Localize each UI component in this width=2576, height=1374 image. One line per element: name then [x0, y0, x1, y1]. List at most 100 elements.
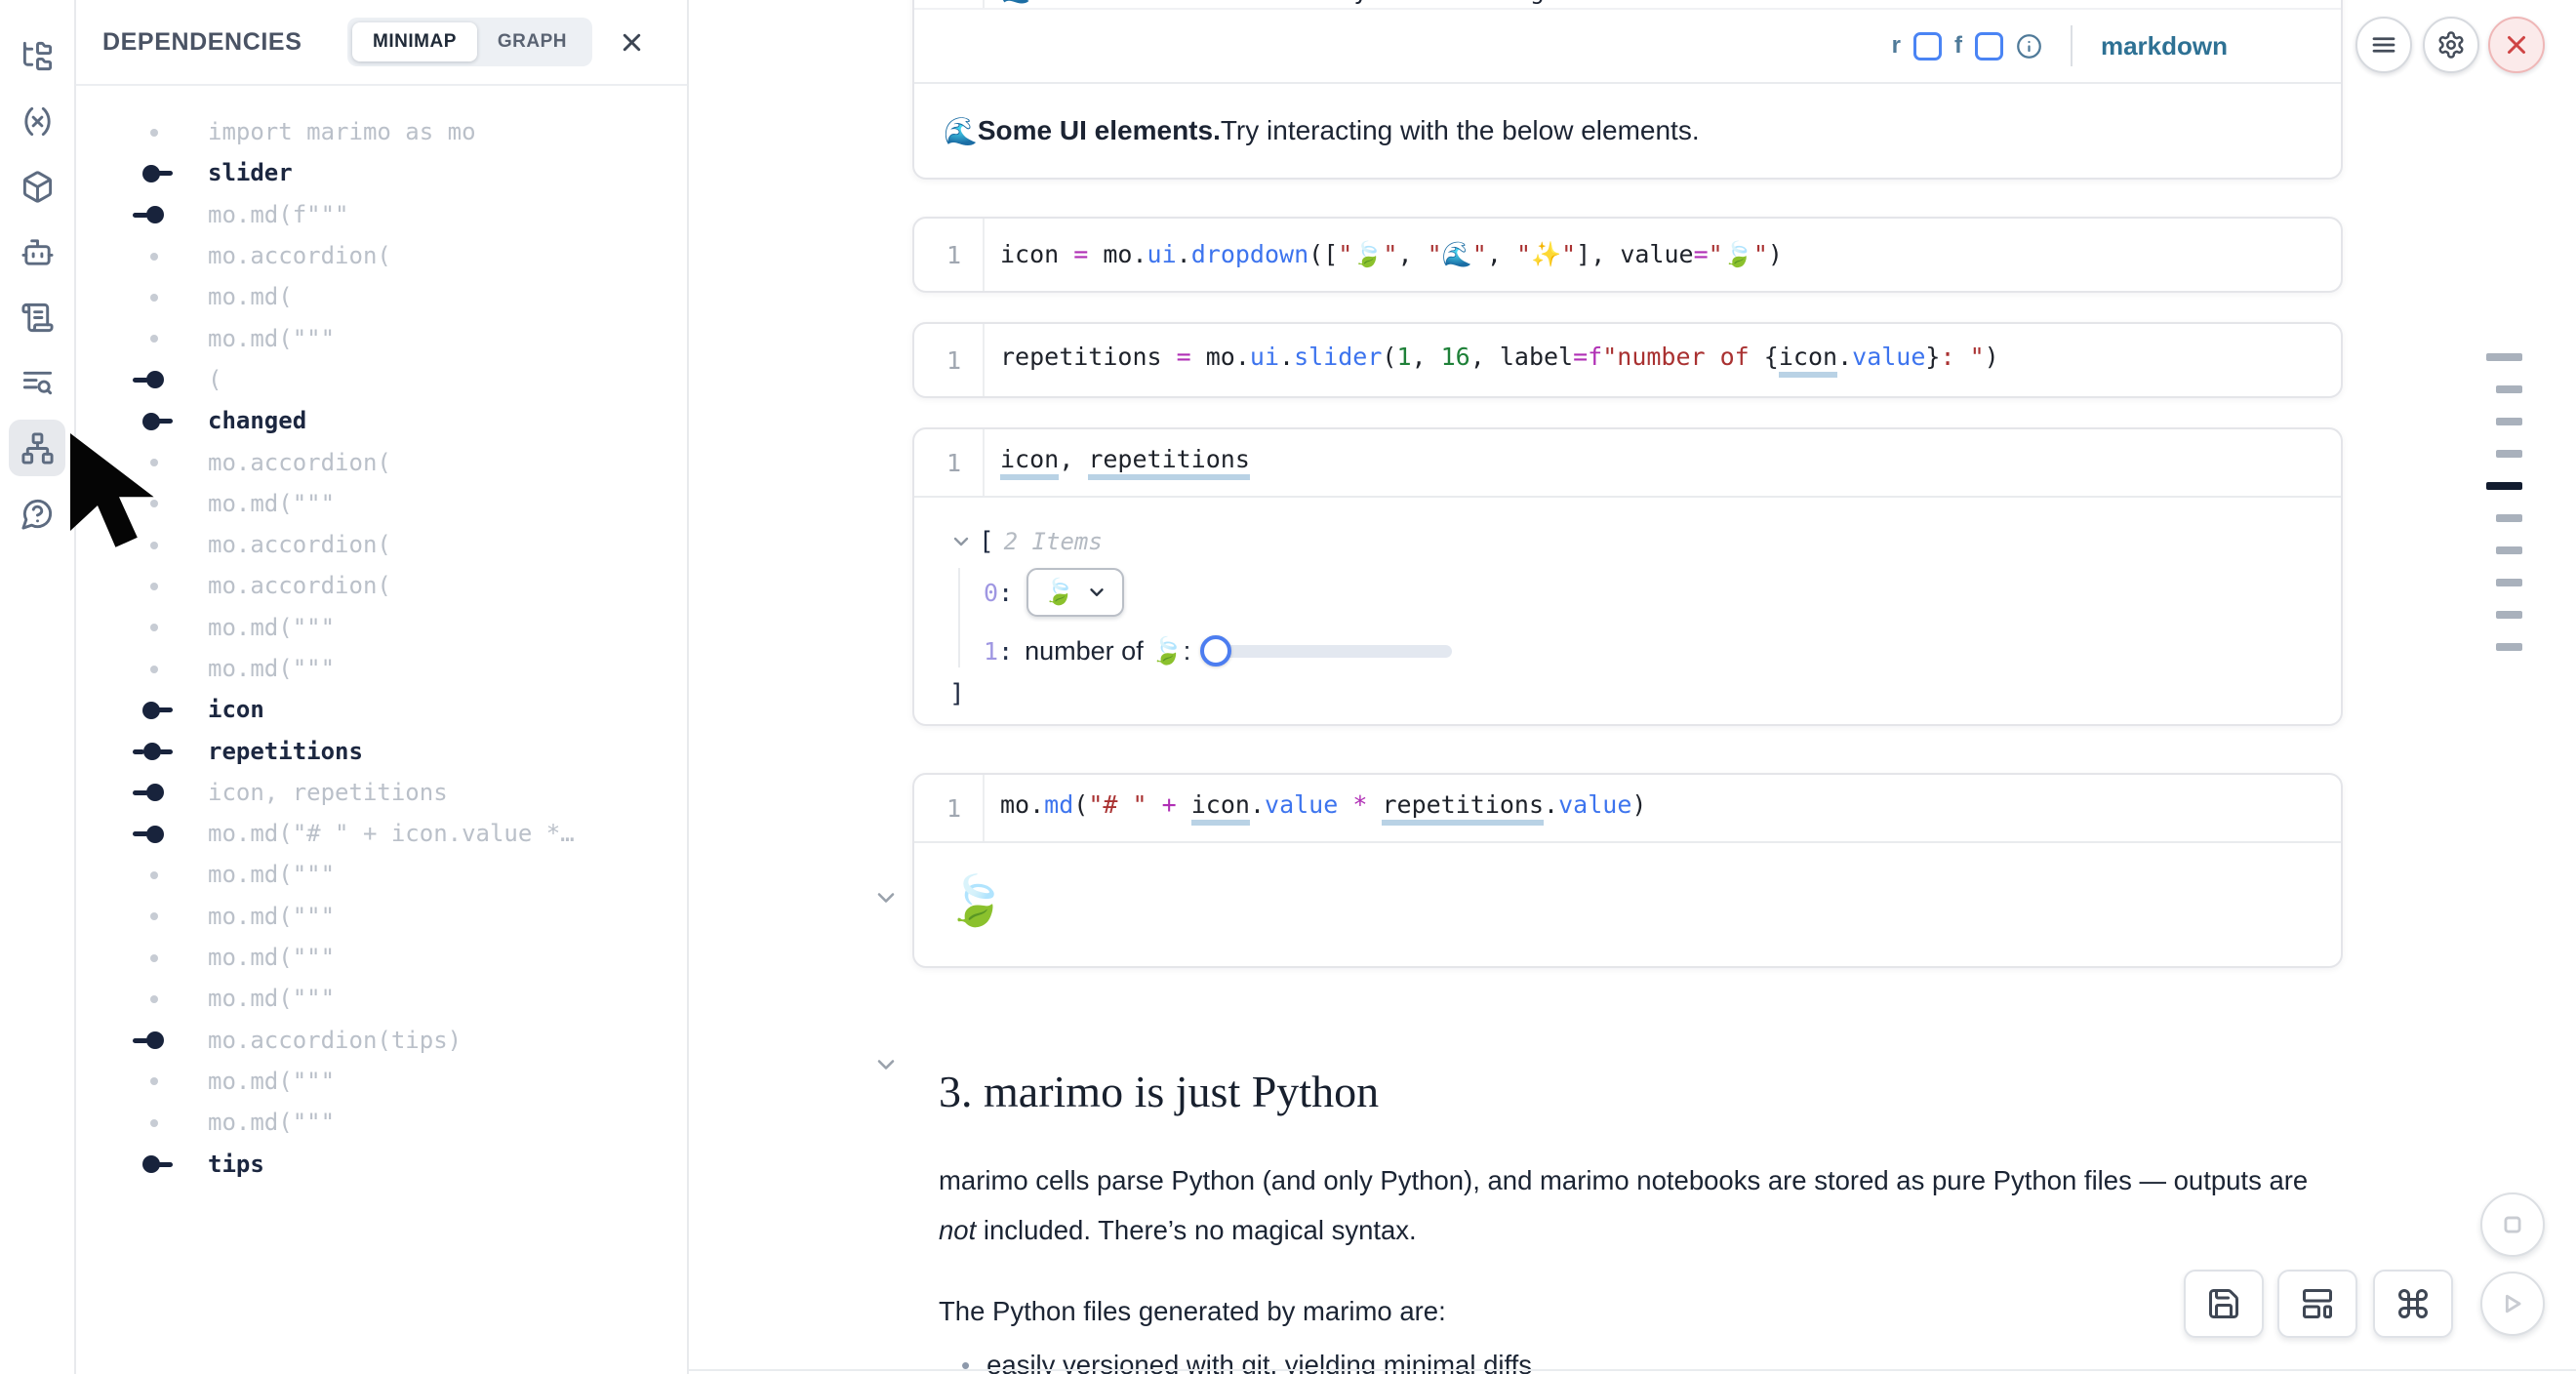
code-token[interactable]: icon	[1191, 790, 1250, 826]
help-icon[interactable]	[9, 485, 65, 542]
code-token[interactable]: =	[1573, 343, 1588, 371]
icon-dropdown[interactable]: 🍃	[1026, 568, 1124, 617]
code-token[interactable]: 16	[1441, 343, 1470, 371]
chevron-down-icon[interactable]	[949, 530, 973, 553]
slider-knob[interactable]	[1200, 635, 1231, 667]
code-token[interactable]: icon	[1000, 445, 1059, 480]
code-editor[interactable]: 1 icon = mo.ui.dropdown(["🍃", "🌊", "✨"],…	[914, 219, 2341, 291]
code-token[interactable]: (	[1073, 790, 1088, 819]
code-token[interactable]: 1	[1396, 343, 1411, 371]
code-token[interactable]: repetitions	[1000, 343, 1177, 371]
info-icon[interactable]	[2016, 33, 2042, 60]
minimap-item[interactable]: (	[76, 359, 687, 400]
code-token[interactable]: .	[1250, 790, 1265, 819]
outline-mark[interactable]	[2496, 450, 2522, 458]
code-token[interactable]: ], value	[1576, 240, 1693, 268]
code-editor-line[interactable]: icon, repetitions	[985, 445, 1250, 480]
minimap-item[interactable]: mo.md("""	[76, 317, 687, 358]
tab-minimap[interactable]: MINIMAP	[352, 22, 477, 61]
minimap-item[interactable]: tips	[76, 1143, 687, 1184]
r-checkbox[interactable]	[1913, 32, 1942, 61]
minimap-item[interactable]: mo.md("""	[76, 978, 687, 1019]
minimap-item[interactable]: mo.accordion(	[76, 441, 687, 482]
code-token[interactable]: ,	[1412, 343, 1441, 371]
outline-mark[interactable]	[2486, 482, 2522, 490]
code-editor[interactable]: 1 mo.md("# " + icon.value * repetitions.…	[914, 775, 2341, 843]
run-button[interactable]	[2480, 1272, 2545, 1336]
code-editor[interactable]: 1 🌊 Some UI elements. Try interacting wi…	[914, 0, 2341, 10]
code-token[interactable]: )	[1768, 240, 1783, 268]
code-token[interactable]: icon	[1000, 240, 1073, 268]
code-token[interactable]: )	[1985, 343, 1999, 371]
code-token[interactable]: ui	[1250, 343, 1279, 371]
bot-icon[interactable]	[9, 223, 65, 280]
minimap-item[interactable]: mo.md("""	[76, 854, 687, 895]
close-icon[interactable]	[618, 28, 646, 57]
code-token[interactable]: ,	[1487, 240, 1516, 268]
minimap-item[interactable]: mo.md("""	[76, 1061, 687, 1102]
outline-mark[interactable]	[2496, 611, 2522, 619]
code-token[interactable]: mo.	[1000, 790, 1044, 819]
layout-button[interactable]	[2277, 1270, 2357, 1338]
code-token[interactable]: "# "	[1088, 790, 1147, 819]
outline-mark[interactable]	[2496, 418, 2522, 425]
outline-mark[interactable]	[2496, 514, 2522, 522]
code-token[interactable]: "✨"	[1516, 240, 1576, 269]
outline-mark[interactable]	[2496, 643, 2522, 651]
code-token[interactable]: md	[1044, 790, 1073, 819]
slider-track[interactable]	[1214, 645, 1452, 658]
code-editor[interactable]: 1 repetitions = mo.ui.slider(1, 16, labe…	[914, 324, 2341, 396]
dependencies-icon[interactable]	[9, 420, 65, 476]
code-token[interactable]: mo.	[1088, 240, 1147, 268]
stop-button[interactable]	[2480, 1192, 2545, 1257]
tab-graph[interactable]: GRAPH	[477, 22, 587, 61]
code-token[interactable]	[1338, 790, 1352, 819]
code-token[interactable]: {	[1764, 343, 1779, 371]
list-search-icon[interactable]	[9, 354, 65, 411]
code-token[interactable]: f	[1588, 343, 1602, 371]
minimap-item[interactable]: mo.accordion(	[76, 565, 687, 606]
code-token[interactable]: }	[1925, 343, 1940, 371]
minimap-item[interactable]: mo.accordion(	[76, 524, 687, 565]
minimap-item[interactable]: mo.md(f"""	[76, 194, 687, 235]
code-token[interactable]: =	[1694, 240, 1709, 268]
minimap-item[interactable]: icon, repetitions	[76, 772, 687, 813]
settings-button[interactable]	[2423, 17, 2479, 73]
variables-icon[interactable]	[9, 93, 65, 149]
outline-mark[interactable]	[2496, 546, 2522, 554]
code-token[interactable]: ,	[1059, 445, 1088, 473]
f-checkbox[interactable]	[1975, 32, 2003, 61]
code-token[interactable]: value	[1265, 790, 1338, 819]
minimap-item[interactable]: mo.accordion(tips)	[76, 1020, 687, 1061]
scroll-icon[interactable]	[9, 289, 65, 345]
code-token[interactable]	[1147, 790, 1162, 819]
outline-mark[interactable]	[2486, 353, 2522, 361]
code-token[interactable]: : "	[1940, 343, 1984, 371]
code-token[interactable]	[1367, 790, 1382, 819]
minimap-item[interactable]: mo.md("""	[76, 1102, 687, 1143]
code-editor-line[interactable]: repetitions = mo.ui.slider(1, 16, label=…	[985, 343, 1999, 378]
code-token[interactable]: .	[1177, 240, 1191, 268]
code-token[interactable]: =	[1073, 240, 1088, 268]
code-token[interactable]: .	[1544, 790, 1558, 819]
minimap-item[interactable]: icon	[76, 689, 687, 730]
minimap-item[interactable]: mo.md("""	[76, 648, 687, 689]
code-token[interactable]	[1177, 790, 1191, 819]
minimap-item[interactable]: mo.md("""	[76, 483, 687, 524]
menu-button[interactable]	[2355, 17, 2412, 73]
package-icon[interactable]	[9, 158, 65, 215]
code-token[interactable]: )	[1631, 790, 1646, 819]
code-token[interactable]: icon	[1779, 343, 1837, 378]
minimap-item[interactable]: mo.md(	[76, 276, 687, 317]
code-token[interactable]: dropdown	[1191, 240, 1308, 268]
minimap-item[interactable]: mo.md("""	[76, 896, 687, 937]
code-token[interactable]: repetitions	[1088, 445, 1250, 480]
outline-mark[interactable]	[2496, 385, 2522, 393]
code-token[interactable]: (	[1382, 343, 1396, 371]
minimap-item[interactable]: changed	[76, 400, 687, 441]
minimap-item[interactable]: import marimo as mo	[76, 111, 687, 152]
chevron-down-icon[interactable]	[872, 1051, 900, 1083]
code-token[interactable]: .	[1279, 343, 1294, 371]
code-editor-line[interactable]: 🌊 Some UI elements. Try interacting with…	[985, 0, 1912, 8]
repetitions-slider[interactable]	[1200, 634, 1452, 667]
